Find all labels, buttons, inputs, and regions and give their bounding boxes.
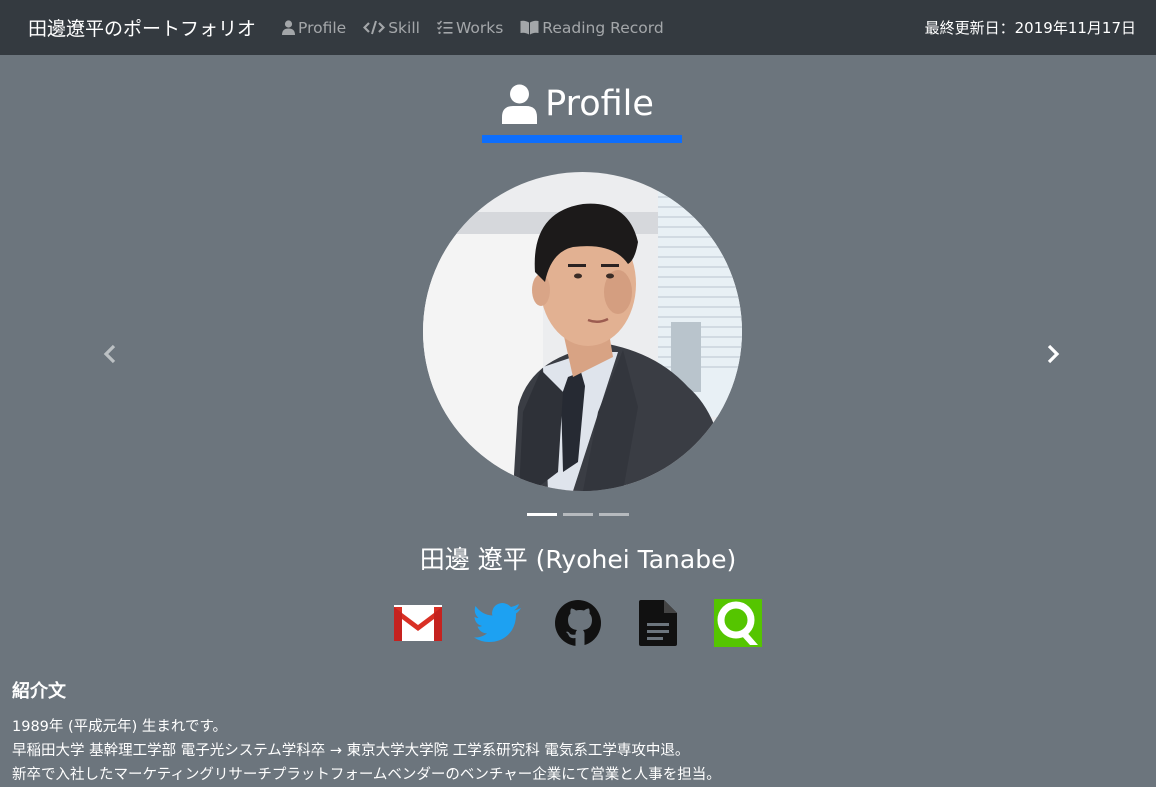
- nav-item-label: Skill: [388, 18, 420, 37]
- resume-link[interactable]: [633, 598, 683, 648]
- intro-line: 新卒で入社したマーケティングリサーチプラットフォームベンダーのベンチャー企業にて…: [12, 767, 721, 783]
- intro-text: 1989年 (平成元年) 生まれです。 早稲田大学 基幹理工学部 電子光システム…: [12, 715, 1142, 787]
- nav-links: Profile Skill Works Reading Record: [282, 19, 681, 37]
- intro-line: 1989年 (平成元年) 生まれです。: [12, 719, 228, 735]
- profile-carousel: [0, 170, 1156, 510]
- nav-item-label: Profile: [298, 18, 347, 37]
- chevron-right-icon: [1047, 344, 1060, 364]
- gmail-icon: [394, 605, 442, 641]
- qiita-link[interactable]: [713, 598, 763, 648]
- section-header: Profile: [0, 78, 1156, 130]
- intro-heading: 紹介文: [12, 681, 66, 702]
- user-icon: [282, 20, 296, 35]
- nav-item-reading-record[interactable]: Reading Record: [520, 18, 664, 37]
- profile-name: 田邊 遼平 (Ryohei Tanabe): [419, 545, 737, 574]
- carousel-indicator[interactable]: [599, 513, 629, 516]
- gmail-link[interactable]: [393, 598, 443, 648]
- carousel-indicators: [0, 513, 1156, 516]
- twitter-icon: [474, 603, 521, 642]
- profile-photo-image: [423, 172, 742, 491]
- profile-photo: [423, 172, 742, 491]
- carousel-indicator[interactable]: [527, 513, 557, 516]
- nav-item-profile[interactable]: Profile: [282, 19, 346, 37]
- code-icon: [363, 20, 386, 35]
- book-open-icon: [520, 20, 539, 35]
- last-updated: 最終更新日：2019年11月17日: [924, 19, 1136, 37]
- github-link[interactable]: [553, 598, 603, 648]
- navbar: 田邊遼平のポートフォリオ Profile Skill Works Reading…: [0, 0, 1156, 55]
- tasks-icon: [436, 20, 453, 34]
- intro-line: 早稲田大学 基幹理工学部 電子光システム学科卒 → 東京大学大学院 工学系研究科…: [12, 743, 690, 759]
- nav-item-skill[interactable]: Skill: [363, 19, 420, 37]
- github-icon: [555, 600, 601, 646]
- carousel-indicator[interactable]: [563, 513, 593, 516]
- chevron-left-icon: [103, 344, 116, 364]
- user-icon: [502, 84, 538, 124]
- page-title: Profile: [545, 84, 654, 124]
- twitter-link[interactable]: [473, 598, 523, 648]
- title-underline: [482, 135, 682, 143]
- carousel-next-button[interactable]: [1041, 342, 1065, 366]
- brand-title[interactable]: 田邊遼平のポートフォリオ: [28, 14, 256, 41]
- nav-item-works[interactable]: Works: [436, 18, 504, 37]
- document-icon: [639, 600, 677, 646]
- carousel-prev-button[interactable]: [98, 342, 122, 366]
- social-links: [0, 598, 1156, 648]
- nav-item-label: Works: [455, 18, 504, 37]
- nav-item-label: Reading Record: [542, 18, 664, 37]
- qiita-icon: [714, 599, 762, 647]
